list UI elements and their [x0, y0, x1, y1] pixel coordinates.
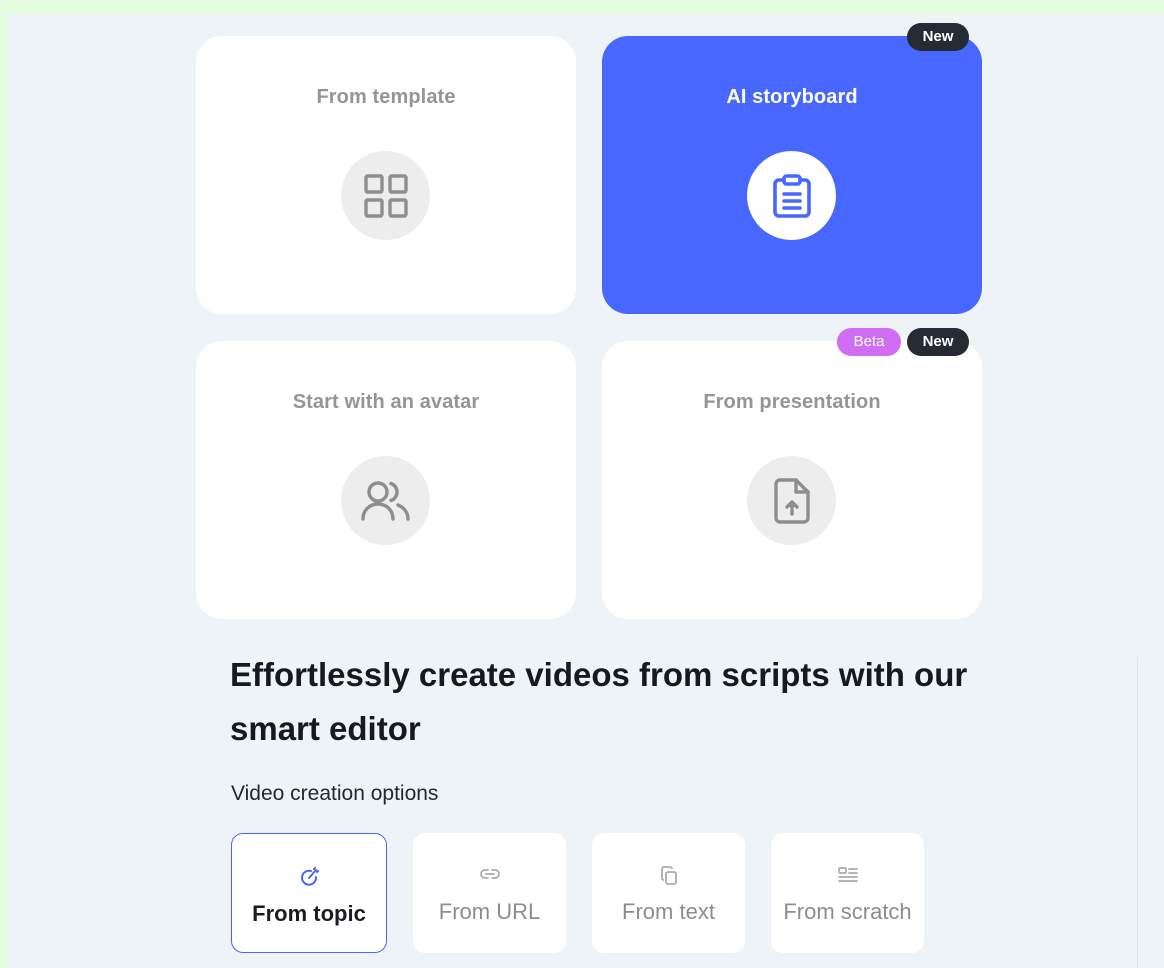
option-label: From scratch — [783, 899, 912, 924]
sparkle-pen-icon — [301, 867, 319, 886]
card-title: From template — [316, 86, 456, 108]
new-badge: New — [907, 23, 969, 51]
card-from-template[interactable]: From template — [196, 36, 576, 314]
link-icon — [479, 869, 500, 879]
option-label: From text — [622, 899, 715, 924]
icon-circle — [747, 456, 836, 545]
grid-icon — [363, 173, 408, 218]
new-badge: New — [907, 328, 969, 356]
card-from-presentation[interactable]: From presentation — [602, 341, 982, 619]
icon-circle — [747, 151, 836, 240]
beta-badge: Beta — [837, 328, 901, 356]
users-icon — [360, 480, 410, 521]
card-title: From presentation — [703, 391, 881, 413]
icon-circle — [341, 151, 430, 240]
option-label: From topic — [252, 901, 366, 926]
file-upload-icon — [773, 477, 810, 524]
option-from-scratch[interactable]: From scratch — [771, 833, 924, 953]
card-start-with-avatar[interactable]: Start with an avatar — [196, 341, 576, 619]
clipboard-icon — [772, 173, 811, 218]
card-title: AI storyboard — [726, 86, 858, 108]
card-title: Start with an avatar — [292, 391, 480, 413]
right-divider — [1137, 657, 1138, 968]
page-headline: Effortlessly create videos from scripts … — [230, 656, 968, 747]
option-from-topic[interactable]: From topic — [231, 833, 387, 953]
icon-circle — [341, 456, 430, 545]
option-from-text[interactable]: From text — [592, 833, 745, 953]
option-label: From URL — [438, 899, 541, 924]
layout-lines-icon — [837, 867, 858, 882]
copy-icon — [660, 866, 677, 885]
options-label: Video creation options — [231, 782, 439, 805]
page-canvas — [8, 14, 1164, 968]
card-ai-storyboard[interactable]: AI storyboard — [602, 36, 982, 314]
option-from-url[interactable]: From URL — [413, 833, 566, 953]
